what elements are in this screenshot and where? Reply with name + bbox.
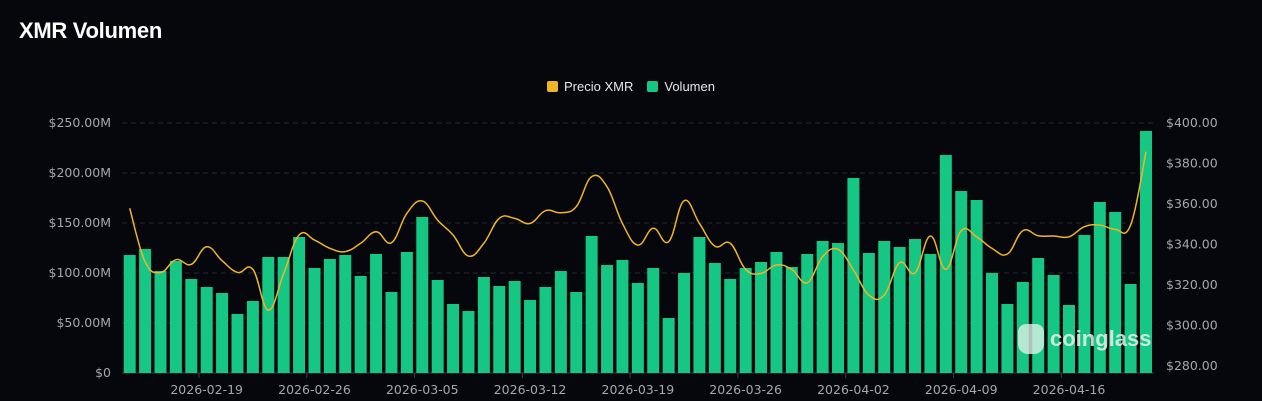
volume-bar [508,281,521,373]
volume-bar [462,311,475,373]
volume-bar [416,217,429,373]
volume-bar [878,241,891,373]
y-left-tick-label: $50.00M [56,315,111,330]
volume-bar [539,287,552,373]
volume-bar [139,249,152,373]
volume-bar [893,247,906,373]
y-left-tick-label: $200.00M [49,165,111,180]
y-right-tick-label: $300.00 [1166,318,1218,333]
volume-bar [1001,304,1014,373]
volume-bar [693,237,706,373]
volume-bar [385,292,398,373]
y-right-tick-label: $360.00 [1166,196,1218,211]
x-tick-label: 2026-03-26 [709,382,782,397]
volume-bar [570,292,583,373]
y-right-tick-label: $380.00 [1166,156,1218,171]
volume-bar [231,314,244,373]
volume-bar [400,252,413,373]
y-right-tick-label: $280.00 [1166,358,1218,373]
volume-bar [308,268,321,373]
volume-bar [724,279,737,373]
volume-bar [909,239,922,373]
volume-bar [354,276,367,373]
volume-bar [154,271,167,373]
volume-bar [1032,258,1045,373]
volume-bar [200,287,213,373]
volume-bar [616,260,629,373]
volume-bar [739,268,752,373]
volume-bar [955,191,968,373]
volume-bar [447,304,460,373]
volume-bar [708,263,721,373]
coinglass-watermark: coinglass [1018,324,1151,354]
volume-bar [477,277,490,373]
volume-bar [323,259,336,373]
volume-bar [924,254,937,373]
x-tick-label: 2026-03-19 [602,382,675,397]
volume-bar [785,267,798,373]
volume-bar [832,243,845,373]
volume-bar [123,255,136,373]
volume-bar [262,257,275,373]
coinglass-logo-icon [1018,324,1044,354]
x-tick-label: 2026-02-19 [170,382,243,397]
y-left-tick-label: $100.00M [49,265,111,280]
x-tick-label: 2026-03-05 [386,382,459,397]
volume-bar [986,273,999,373]
volume-bar [185,279,198,373]
volume-bar [585,236,598,373]
x-tick-label: 2026-02-26 [278,382,351,397]
x-tick-label: 2026-03-12 [494,382,567,397]
volume-bar [631,283,644,373]
volume-bar [554,271,567,373]
volume-bar [216,293,229,373]
volume-bar [801,254,814,373]
volume-bar [647,268,660,373]
y-right-tick-label: $340.00 [1166,237,1218,252]
volume-bar [370,254,383,373]
volume-bar [662,318,675,373]
volume-bar [816,241,829,373]
volume-bar [293,237,306,373]
volume-bar [169,261,182,373]
x-tick-label: 2026-04-16 [1033,382,1106,397]
volume-bar [970,200,983,373]
volume-bar [770,252,783,373]
y-right-tick-label: $400.00 [1166,115,1218,130]
volume-bar [431,280,444,373]
y-left-tick-label: $250.00M [49,115,111,130]
volume-bar [755,262,768,373]
volume-bar [493,286,506,373]
volume-bar [246,301,259,373]
x-tick-label: 2026-04-09 [925,382,998,397]
volume-bar [678,273,691,373]
volume-bar [847,178,860,373]
volume-bar [339,255,352,373]
x-tick-label: 2026-04-02 [817,382,890,397]
y-left-tick-label: $150.00M [49,215,111,230]
volume-bar [862,253,875,373]
volume-bar [601,265,614,373]
watermark-text: coinglass [1050,326,1152,351]
volume-bar [524,300,537,373]
y-right-tick-label: $320.00 [1166,277,1218,292]
y-left-tick-label: $0 [95,365,111,380]
